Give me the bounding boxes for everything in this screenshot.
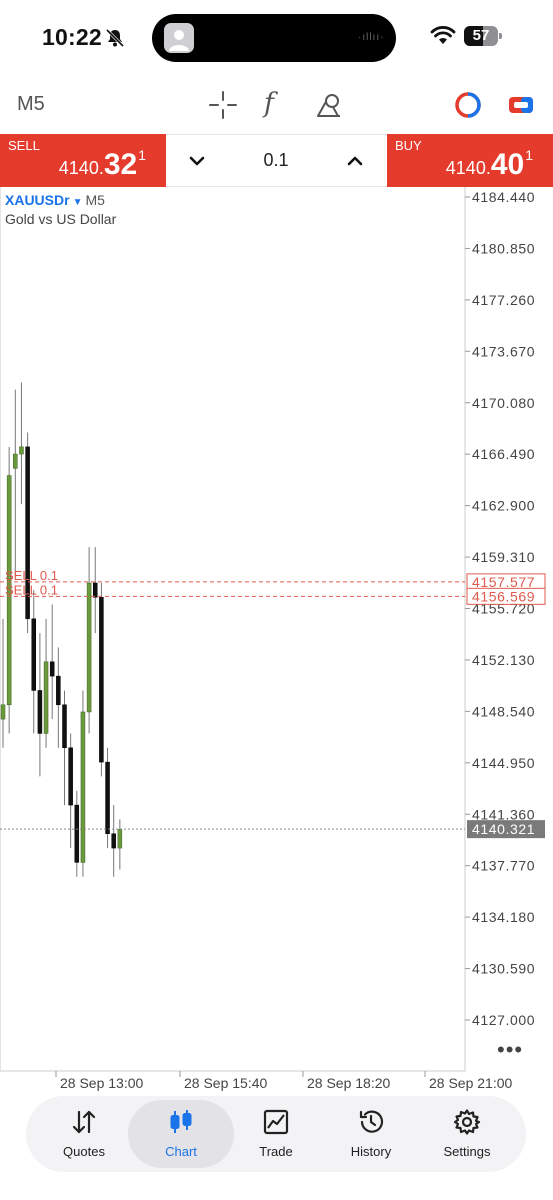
objects-icon[interactable]: [314, 90, 344, 120]
candle-body: [105, 761, 110, 834]
more-options-icon[interactable]: •••: [497, 1037, 523, 1063]
symbol-timeframe: M5: [85, 192, 105, 208]
buy-price: 4140.401: [445, 147, 533, 181]
volume-decrease-button[interactable]: [184, 148, 210, 174]
dynamic-island: ·ıllıı·: [152, 14, 396, 62]
price-axis-label: 4141.360: [472, 806, 535, 822]
nav-label: Settings: [443, 1144, 491, 1159]
price-axis-label: 4134.180: [472, 909, 535, 925]
price-axis-label: 4166.490: [472, 446, 535, 462]
status-bar: 10:22 ·ıllıı· 57: [0, 0, 553, 78]
battery-level: 57: [472, 27, 490, 44]
volume-increase-button[interactable]: [342, 148, 368, 174]
gear-icon: [453, 1109, 481, 1135]
candle-body: [86, 582, 92, 713]
status-time: 10:22: [42, 24, 102, 50]
nav-quotes[interactable]: Quotes: [36, 1100, 132, 1168]
price-axis-label: 4162.900: [472, 498, 535, 514]
chart-area[interactable]: 4184.440 4180.850 4177.260 4173.670 4170.080…: [0, 187, 553, 1097]
price-axis-label: 4130.590: [472, 961, 535, 977]
time-axis-label: 28 Sep 21:00: [429, 1075, 513, 1091]
buy-button[interactable]: BUY 4140.401: [387, 134, 553, 187]
candle-body: [43, 661, 49, 734]
candle-body: [99, 597, 104, 763]
ticket-icon[interactable]: [506, 90, 536, 120]
price-axis-label: 4170.080: [472, 395, 535, 411]
battery-icon: 57: [464, 26, 502, 46]
candle-body: [111, 833, 116, 849]
indicators-f-icon[interactable]: f: [264, 88, 274, 119]
candle-body: [117, 829, 123, 849]
price-axis-label: 4173.670: [472, 343, 535, 359]
candle-body: [80, 711, 86, 863]
nav-label: History: [350, 1144, 392, 1159]
price-axis-label: 4152.130: [472, 652, 535, 668]
order-line-label: SELL 0.1: [5, 568, 58, 583]
chart-toolbar: M5 f: [0, 80, 553, 132]
one-click-trading-panel: SELL 4140.321 0.1 BUY 4140.401: [0, 134, 553, 187]
sell-label: SELL: [8, 138, 40, 153]
price-axis-label: 4144.950: [472, 755, 535, 771]
trade-chart-icon: [263, 1109, 289, 1135]
candle-body: [49, 661, 55, 677]
nav-history[interactable]: History: [323, 1100, 419, 1168]
symbol-description: Gold vs US Dollar: [5, 211, 117, 227]
candle-body: [0, 704, 6, 720]
candle-body: [68, 747, 73, 806]
timeframe-button[interactable]: M5: [17, 93, 45, 116]
price-axis-label: 4177.260: [472, 292, 535, 308]
symbol-header[interactable]: XAUUSDr ▼ M5: [5, 192, 105, 208]
volume-selector: 0.1: [166, 134, 387, 187]
crosshair-icon[interactable]: [208, 90, 238, 120]
price-axis-label: 4184.440: [472, 189, 535, 205]
time-axis-label: 28 Sep 18:20: [307, 1075, 391, 1091]
price-axis-label: 4180.850: [472, 240, 535, 256]
symbol-name[interactable]: XAUUSDr: [5, 192, 70, 208]
price-axis-label: 4148.540: [472, 703, 535, 719]
price-axis-label: 4159.310: [472, 549, 535, 565]
price-axis-label: 4127.000: [472, 1012, 535, 1028]
wifi-icon: [430, 26, 456, 44]
candle-body: [19, 446, 24, 455]
quotes-arrows-icon: [72, 1110, 96, 1134]
candle-body: [13, 453, 18, 469]
sell-button[interactable]: SELL 4140.321: [0, 134, 166, 187]
candle-body: [74, 804, 80, 863]
candle-body: [62, 704, 67, 749]
candle-body: [37, 690, 43, 734]
candles-icon: [170, 1110, 192, 1133]
bottom-navigation: Quotes Chart Trade History Settings: [26, 1096, 526, 1172]
order-line-label: SELL 0.1: [5, 582, 58, 597]
nav-settings[interactable]: Settings: [419, 1100, 515, 1168]
symbol-dropdown-icon[interactable]: ▼: [73, 197, 83, 208]
nav-label: Chart: [165, 1144, 197, 1159]
buy-label: BUY: [395, 138, 422, 153]
candle-body: [31, 618, 36, 691]
candle-body: [56, 675, 61, 706]
nav-label: Quotes: [63, 1144, 105, 1159]
candle-body: [93, 582, 98, 598]
mode-toggle-icon[interactable]: [453, 90, 483, 120]
sell-price: 4140.321: [58, 147, 146, 181]
time-axis-label: 28 Sep 15:40: [184, 1075, 268, 1091]
price-axis-label: 4137.770: [472, 858, 535, 874]
audio-wave-icon: ·ıllıı·: [358, 32, 385, 43]
time-axis-label: 28 Sep 13:00: [60, 1075, 144, 1091]
current-price-label: 4140.321: [472, 821, 535, 837]
volume-value[interactable]: 0.1: [246, 150, 306, 171]
nav-chart[interactable]: Chart: [128, 1100, 234, 1168]
nav-trade[interactable]: Trade: [228, 1100, 324, 1168]
order-price-label: 4156.569: [472, 588, 535, 604]
history-clock-icon: [359, 1110, 384, 1133]
nav-label: Trade: [259, 1144, 293, 1159]
contact-avatar-icon: [164, 23, 194, 53]
price-chart[interactable]: 4184.440 4180.850 4177.260 4173.670 4170.080…: [0, 187, 553, 1097]
bell-slash-icon: [105, 28, 125, 48]
